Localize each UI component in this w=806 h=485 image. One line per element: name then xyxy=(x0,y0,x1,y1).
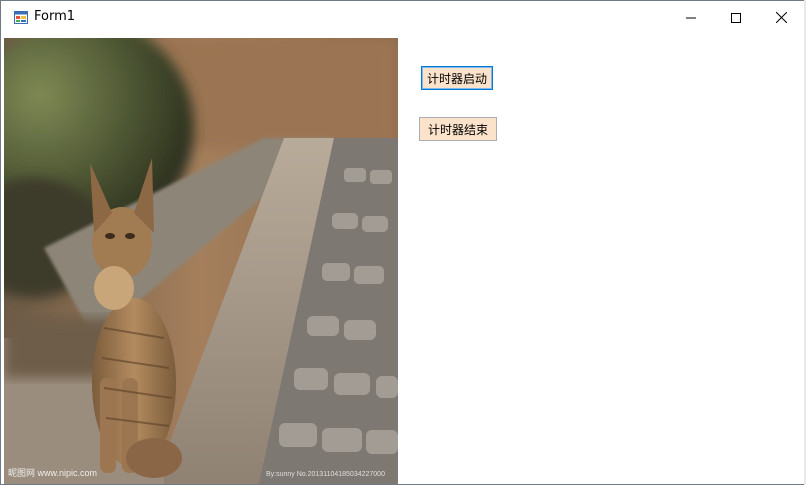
cat-photo: 昵图网 www.nipic.com By:sunny No.2013110418… xyxy=(4,38,398,484)
maximize-button[interactable] xyxy=(713,1,758,34)
title-bar[interactable]: Form1 xyxy=(1,1,805,34)
app-icon xyxy=(14,11,28,24)
minimize-icon xyxy=(685,17,696,18)
stop-timer-button[interactable]: 计时器结束 xyxy=(419,117,497,141)
picture-box: 昵图网 www.nipic.com By:sunny No.2013110418… xyxy=(4,38,398,484)
start-timer-button[interactable]: 计时器启动 xyxy=(421,66,493,90)
maximize-icon xyxy=(730,12,741,23)
form-client-area: 昵图网 www.nipic.com By:sunny No.2013110418… xyxy=(4,38,805,484)
form-window: Form1 昵图网 www.nipic.com By:sunny No.2013… xyxy=(0,0,806,485)
window-title: Form1 xyxy=(34,9,76,24)
close-icon xyxy=(776,12,787,23)
minimize-button[interactable] xyxy=(668,1,713,34)
watermark-right: By:sunny No.20131104185034227000 xyxy=(266,471,385,478)
close-button[interactable] xyxy=(759,1,804,34)
watermark-left: 昵图网 www.nipic.com xyxy=(8,468,97,478)
